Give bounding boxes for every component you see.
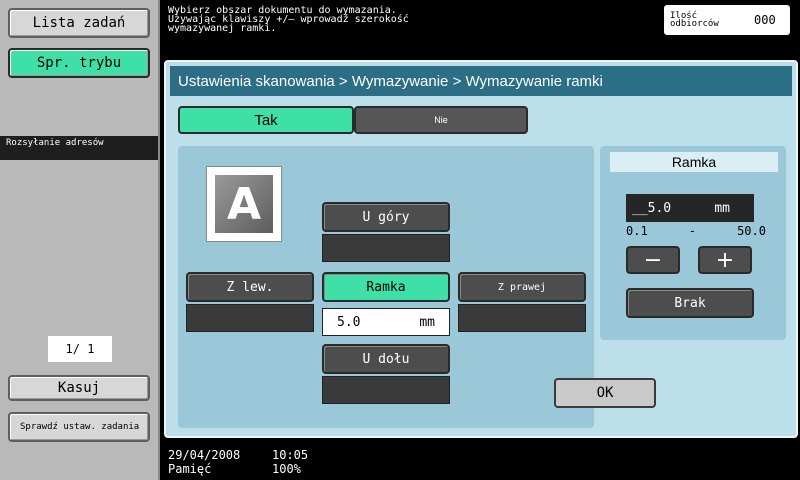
page-counter: 1/ 1	[48, 336, 112, 362]
ok-button[interactable]: OK	[554, 378, 656, 408]
sidebar: Lista zadań Spr. trybu Rozsyłanie adresó…	[0, 0, 160, 480]
frame-edge-selector: A U góry Z lew. Ramka 5.0 mm Z prawej U …	[178, 146, 594, 428]
document-preview-icon: A	[206, 166, 282, 242]
frame-width-title: Ramka	[610, 152, 778, 172]
job-list-button[interactable]: Lista zadań	[8, 8, 150, 38]
left-edge-value	[186, 304, 314, 332]
frame-width-display: __5.0 mm	[626, 194, 754, 222]
letter-a-icon: A	[215, 175, 273, 233]
bottom-edge-value	[322, 376, 450, 404]
tab-yes[interactable]: Tak	[178, 106, 354, 134]
bottom-edge-button[interactable]: U dołu	[322, 344, 450, 374]
none-button[interactable]: Brak	[626, 288, 754, 318]
time: 10:05	[272, 448, 309, 462]
frame-width-range: 0.1 - 50.0	[626, 224, 766, 240]
status-footer: 29/04/2008 10:05 Pamięć 100%	[168, 448, 308, 476]
frame-width-unit: mm	[714, 200, 730, 216]
tab-no[interactable]: Nie	[354, 106, 528, 134]
mode-check-button[interactable]: Spr. trybu	[8, 48, 150, 78]
range-max: 50.0	[737, 224, 766, 238]
frame-width-panel: Ramka __5.0 mm 0.1 - 50.0 − + Brak	[600, 146, 786, 340]
recipients-counter: Ilość odbiorców 000	[664, 5, 790, 35]
top-edge-value	[322, 234, 450, 262]
date: 29/04/2008	[168, 448, 241, 462]
breadcrumb: Ustawienia skanowania > Wymazywanie > Wy…	[170, 66, 792, 96]
memory-label: Pamięć	[168, 462, 212, 476]
range-min: 0.1	[626, 224, 648, 238]
memory-value: 100%	[272, 462, 301, 476]
minus-button[interactable]: −	[626, 246, 680, 274]
check-job-settings-button[interactable]: Sprawdź ustaw. zadania	[8, 412, 150, 442]
frame-width-value: __5.0	[632, 200, 672, 216]
left-edge-button[interactable]: Z lew.	[186, 272, 314, 302]
clear-button[interactable]: Kasuj	[8, 375, 150, 401]
recipients-label: Ilość odbiorców	[670, 11, 719, 29]
top-edge-button[interactable]: U góry	[322, 202, 450, 232]
frame-button[interactable]: Ramka	[322, 272, 450, 302]
frame-erase-panel: Ustawienia skanowania > Wymazywanie > Wy…	[164, 60, 798, 438]
plus-button[interactable]: +	[698, 246, 752, 274]
instruction-message: Wybierz obszar dokumentu do wymazania. U…	[168, 5, 409, 34]
right-edge-value	[458, 304, 586, 332]
broadcast-address-label: Rozsyłanie adresów	[0, 136, 158, 160]
frame-unit: mm	[419, 314, 435, 330]
range-separator: -	[688, 224, 696, 238]
frame-value-display: 5.0 mm	[322, 308, 450, 336]
frame-value: 5.0	[337, 314, 361, 330]
right-edge-button[interactable]: Z prawej	[458, 272, 586, 302]
recipients-value: 000	[754, 13, 776, 27]
